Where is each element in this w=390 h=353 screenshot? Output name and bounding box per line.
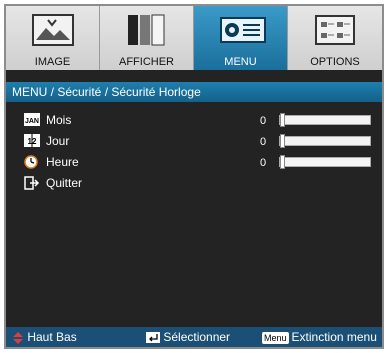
tab-options[interactable]: OPTIONS: [288, 6, 382, 70]
projector-icon: [220, 17, 266, 43]
menu-row-jour[interactable]: 12 Jour 0: [24, 131, 374, 151]
footer-exit-hint: Menu Extinction menu: [262, 330, 377, 344]
slider-knob[interactable]: [280, 155, 285, 169]
menu-row-heure[interactable]: Heure 0: [24, 152, 374, 172]
exit-icon: [24, 176, 40, 190]
tab-menu-label: MENU: [224, 56, 257, 68]
breadcrumb: MENU / Sécurité / Sécurité Horloge: [6, 82, 382, 102]
tab-bar: IMAGE AFFICHER MENU OPTIONS: [6, 6, 382, 70]
menu-row-label: Heure: [46, 155, 79, 169]
menu-row-mois[interactable]: JAN Mois 0: [24, 110, 374, 130]
options-icon: [315, 15, 355, 45]
heure-slider[interactable]: [279, 155, 371, 169]
footer-nav-hint: Haut Bas: [12, 327, 77, 347]
menu-row-label: Jour: [46, 134, 70, 148]
image-icon: [32, 14, 74, 46]
footer-select-hint: Sélectionner: [146, 327, 230, 347]
up-down-arrow-icon: [13, 331, 23, 344]
enter-key-icon: [146, 332, 160, 344]
slider-knob[interactable]: [280, 113, 285, 127]
tab-image-label: IMAGE: [34, 56, 71, 68]
menu-row-label: Quitter: [46, 176, 83, 190]
menu-key-icon: Menu: [262, 331, 289, 344]
clock-icon: [24, 155, 38, 169]
tab-image[interactable]: IMAGE: [6, 6, 100, 70]
mois-slider[interactable]: [279, 113, 371, 127]
menu-row-value: 0: [260, 157, 267, 169]
tab-options-label: OPTIONS: [310, 56, 360, 68]
tab-menu[interactable]: MENU: [194, 6, 288, 70]
date-icon: 12: [24, 134, 40, 147]
svg-text:JAN: JAN: [25, 118, 39, 125]
menu-row-value: 0: [260, 136, 267, 148]
jour-slider[interactable]: [279, 134, 371, 148]
tab-afficher[interactable]: AFFICHER: [100, 6, 194, 70]
menu-row-value: 0: [260, 115, 267, 127]
footer-help-bar: Haut Bas Sélectionner Menu Extinction men…: [6, 327, 382, 347]
display-icon: [128, 14, 165, 46]
osd-menu: IMAGE AFFICHER MENU OPTIONS MENU / Sécur…: [4, 4, 384, 349]
slider-knob[interactable]: [280, 134, 285, 148]
tab-afficher-label: AFFICHER: [119, 56, 174, 68]
svg-text:12: 12: [28, 137, 37, 146]
calendar-icon: JAN: [24, 113, 40, 126]
menu-row-quitter[interactable]: Quitter: [24, 173, 374, 193]
menu-row-label: Mois: [46, 113, 72, 127]
